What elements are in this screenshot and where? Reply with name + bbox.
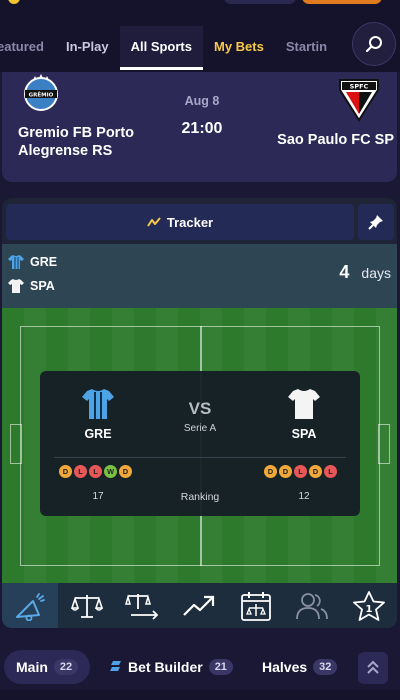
alert-icon — [16, 592, 46, 621]
home-form-result: L — [89, 465, 102, 478]
brand-logo[interactable] — [8, 0, 20, 4]
pin-button[interactable] — [358, 204, 394, 240]
sports-tabs: eatured In-Play All Sports My Bets Start… — [0, 26, 338, 70]
tracker-toggle[interactable]: Tracker — [6, 204, 354, 240]
vs-label: VS — [188, 399, 212, 418]
market-tab-main-label: Main — [16, 659, 48, 675]
tab-in-play[interactable]: In-Play — [55, 26, 120, 70]
login-button[interactable] — [224, 0, 296, 4]
balance-arrow-icon — [124, 593, 159, 620]
join-button[interactable] — [302, 0, 382, 4]
match-header-card: GRÊMIO SPFC Gremio FB Porto Alegrense RS… — [2, 72, 397, 182]
svg-text:GRÊMIO: GRÊMIO — [29, 91, 54, 99]
market-tab-main[interactable]: Main 22 — [4, 650, 91, 684]
tab-all-sports[interactable]: All Sports — [119, 26, 203, 70]
match-time: 21:00 — [181, 120, 223, 137]
top-navigation: eatured In-Play All Sports My Bets Start… — [0, 0, 400, 72]
market-tab-halves-count: 32 — [313, 659, 338, 675]
tracker-tab-compare[interactable] — [58, 583, 114, 628]
market-tab-bet-builder-label: Bet Builder — [128, 659, 203, 675]
home-jersey-large-icon — [82, 389, 114, 419]
bottom-edge — [0, 690, 400, 700]
pin-icon — [368, 215, 383, 230]
svg-text:1: 1 — [365, 604, 372, 615]
bet-builder-icon — [110, 661, 121, 671]
home-form-result: W — [104, 465, 117, 478]
tab-starting-soon[interactable]: Startin — [275, 26, 338, 70]
tracker-icon-bar: 1 — [2, 583, 397, 628]
head-to-head-card: GRE VS Serie A SPA D L L W D D D L D L 1… — [40, 371, 360, 516]
chevron-up-icon — [367, 660, 379, 674]
star-one-icon: 1 — [352, 590, 385, 621]
market-tab-bet-builder[interactable]: Bet Builder 21 — [108, 650, 233, 684]
match-tracker: Tracker GRE SPA 4 days GRE VS Serie A SP… — [2, 198, 397, 628]
tracker-tab-trends[interactable] — [171, 583, 227, 628]
h2h-home-code: GRE — [84, 427, 112, 441]
tracker-tab-standings[interactable]: 1 — [340, 583, 396, 628]
search-icon — [365, 36, 382, 53]
home-team-row: GRE — [8, 254, 57, 270]
trend-icon — [183, 595, 215, 616]
market-tab-main-count: 22 — [53, 659, 79, 675]
market-tab-halves-label: Halves — [262, 659, 308, 675]
away-form-result: D — [264, 465, 277, 478]
ranking-label: Ranking — [180, 491, 220, 503]
away-form-result: L — [294, 465, 307, 478]
away-team-name: Sao Paulo FC SP — [277, 132, 394, 148]
away-form: D D L D L — [264, 465, 337, 478]
tracker-icon — [147, 217, 161, 227]
calendar-icon — [240, 591, 271, 621]
tab-featured[interactable]: eatured — [0, 26, 55, 70]
away-form-result: L — [324, 465, 337, 478]
match-date: Aug 8 — [184, 94, 220, 108]
away-team-code: SPA — [30, 279, 55, 293]
home-team-name: Gremio FB Porto Alegrense RS — [18, 125, 135, 159]
sao-paulo-crest-icon: SPFC — [339, 79, 379, 122]
away-form-result: D — [279, 465, 292, 478]
home-form-result: D — [119, 465, 132, 478]
tracker-tab-odds[interactable] — [115, 583, 171, 628]
home-team-code: GRE — [30, 255, 58, 269]
scroll-up-button[interactable] — [358, 652, 388, 684]
home-form-result: D — [59, 465, 72, 478]
gremio-crest-icon: GRÊMIO — [24, 74, 58, 111]
away-rank: 12 — [298, 491, 310, 502]
tracker-tab-alerts[interactable] — [2, 583, 59, 628]
away-team-row: SPA — [8, 278, 55, 294]
players-icon — [296, 592, 329, 619]
market-tab-bet-builder-count: 21 — [208, 659, 233, 675]
home-form-result: L — [74, 465, 87, 478]
h2h-divider — [54, 457, 346, 458]
away-jersey-large-icon — [288, 389, 320, 419]
svg-text:SPFC: SPFC — [350, 83, 369, 91]
right-goal — [378, 424, 390, 464]
tab-my-bets[interactable]: My Bets — [203, 26, 275, 70]
away-form-result: D — [309, 465, 322, 478]
away-jersey-icon — [8, 279, 24, 293]
days-label: days — [361, 265, 391, 281]
h2h-away-code: SPA — [291, 427, 317, 441]
tracker-title: Tracker — [166, 214, 214, 230]
days-countdown: 4 days — [339, 262, 391, 283]
left-goal — [10, 424, 22, 464]
market-tab-halves[interactable]: Halves 32 — [262, 650, 338, 684]
balance-icon — [70, 594, 103, 618]
home-jersey-icon — [8, 255, 24, 269]
tracker-info: GRE SPA 4 days — [2, 244, 397, 308]
home-form: D L L W D — [59, 465, 132, 478]
search-button[interactable] — [352, 22, 396, 66]
tracker-tab-calendar[interactable] — [228, 583, 284, 628]
tracker-tab-lineups[interactable] — [284, 583, 340, 628]
home-rank: 17 — [92, 491, 104, 502]
league-name: Serie A — [183, 423, 217, 434]
days-value: 4 — [339, 262, 350, 282]
